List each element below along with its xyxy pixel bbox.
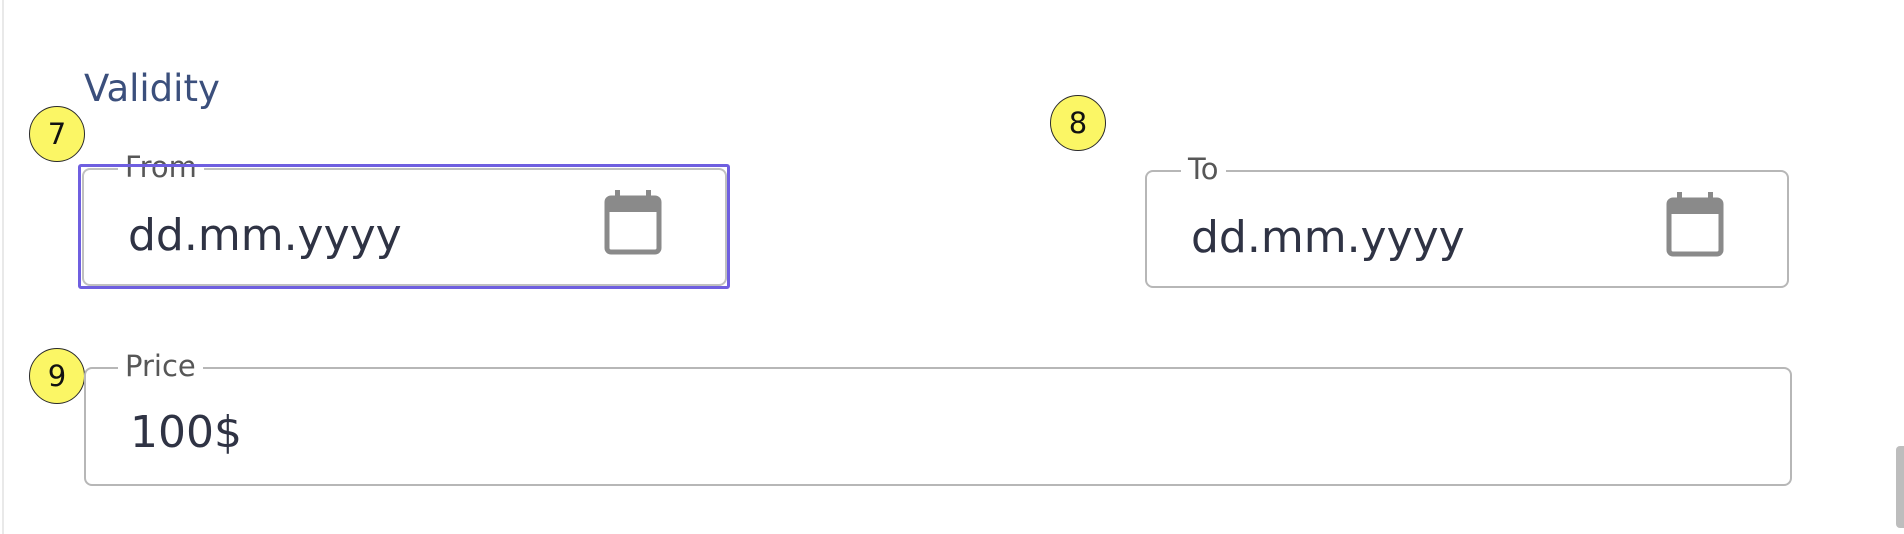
panel-left-border — [2, 0, 4, 534]
to-date-value[interactable]: dd.mm.yyyy — [1191, 210, 1465, 266]
price-label: Price — [118, 347, 203, 385]
price-field[interactable]: Price 100$ — [84, 347, 1792, 486]
annotation-marker-from: 7 — [29, 106, 85, 162]
price-value[interactable]: 100$ — [130, 405, 242, 461]
annotation-marker-to: 8 — [1050, 95, 1106, 151]
scrollbar-handle[interactable] — [1896, 446, 1904, 528]
from-date-label: From — [118, 148, 204, 186]
annotation-marker-price: 9 — [29, 348, 85, 404]
to-date-label: To — [1181, 150, 1226, 188]
from-date-field[interactable]: From dd.mm.yyyy — [82, 148, 727, 286]
to-date-field[interactable]: To dd.mm.yyyy — [1145, 150, 1789, 288]
validity-form-panel: Validity 7 8 9 From dd.mm.yyyy To dd.mm.… — [0, 0, 1904, 534]
calendar-icon[interactable] — [602, 188, 662, 256]
section-title: Validity — [84, 67, 220, 110]
calendar-icon[interactable] — [1664, 190, 1724, 258]
from-date-value[interactable]: dd.mm.yyyy — [128, 208, 402, 264]
